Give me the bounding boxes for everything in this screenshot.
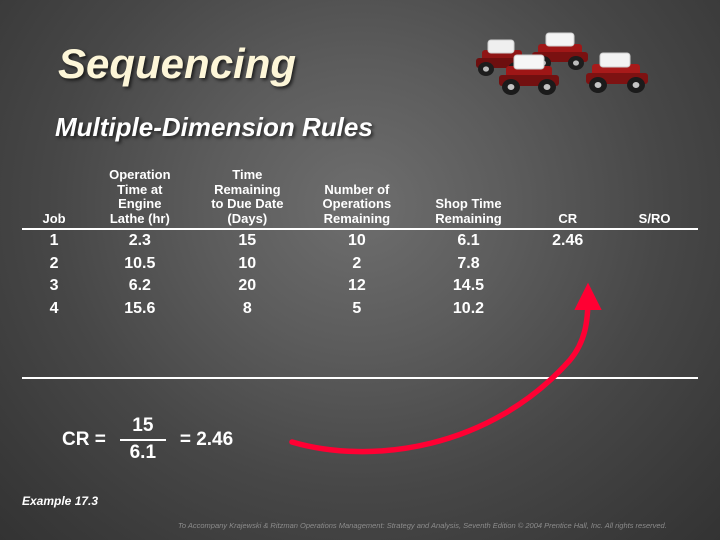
fraction-bar: [119, 438, 166, 441]
cr-result: = 2.46: [179, 428, 234, 450]
cell-job: 4: [49, 299, 59, 317]
example-label: Example 17.3: [22, 494, 99, 508]
table-bottom-divider: [22, 377, 698, 379]
column-header-cr: CR: [524, 168, 612, 231]
cell-time-remaining: 20: [238, 277, 257, 295]
table-row: 4 15.6 8 5 10.2: [22, 298, 698, 322]
cell-num-operations: 12: [347, 277, 366, 295]
copyright-notice: To Accompany Krajewski & Ritzman Operati…: [178, 521, 667, 530]
cell-job: 1: [49, 232, 59, 250]
cr-denominator: 6.1: [129, 441, 157, 463]
cell-sro: [611, 298, 698, 322]
cell-cr: 2.46: [552, 232, 584, 250]
cell-shop-time: 14.5: [452, 277, 485, 295]
cell-engine-lathe: 10.5: [124, 254, 156, 272]
page-title: Sequencing: [58, 40, 297, 87]
cell-cr: [524, 253, 611, 275]
cell-num-operations: 2: [352, 254, 362, 272]
column-header-number-of-operations: Number of Operations Remaining: [301, 168, 413, 231]
cell-num-operations: 5: [352, 299, 362, 317]
cell-shop-time: 7.8: [457, 254, 480, 272]
cell-shop-time: 10.2: [452, 299, 485, 317]
cell-sro: [611, 229, 698, 252]
cell-job: 2: [49, 254, 59, 272]
sequencing-data-table: Job Operation Time at Engine Lathe (hr) …: [22, 167, 698, 322]
table-row: 3 6.2 20 12 14.5: [22, 275, 698, 297]
cell-time-remaining: 10: [238, 254, 257, 272]
cr-fraction: 15 6.1: [119, 415, 166, 464]
cell-shop-time: 6.1: [457, 232, 480, 250]
column-header-time-remaining: Time Remaining to Due Date (Days): [193, 167, 302, 231]
table-header-row: Job Operation Time at Engine Lathe (hr) …: [22, 167, 698, 231]
page-subtitle: Multiple-Dimension Rules: [55, 112, 373, 142]
cell-time-remaining: 15: [238, 232, 257, 250]
cell-engine-lathe: 15.6: [124, 299, 156, 317]
column-header-operation-time: Operation Time at Engine Lathe (hr): [86, 167, 194, 231]
table-row: 2 10.5 10 2 7.8: [22, 253, 698, 275]
cell-cr: [524, 275, 611, 297]
cell-sro: [611, 253, 698, 275]
cr-numerator: 15: [132, 415, 154, 436]
cell-engine-lathe: 6.2: [128, 277, 151, 295]
truck-convoy-icon: [470, 30, 680, 115]
cell-cr: [524, 298, 611, 322]
cell-sro: [611, 275, 698, 297]
cr-formula: CR = 15 6.1 = 2.46: [62, 415, 234, 464]
cell-num-operations: 10: [347, 232, 366, 250]
table-row: 1 2.3 15 10 6.1 2.46: [22, 229, 698, 252]
column-header-shop-time: Shop Time Remaining: [412, 168, 525, 231]
column-header-job: Job: [22, 168, 87, 231]
cell-job: 3: [49, 277, 59, 295]
cell-time-remaining: 8: [242, 299, 252, 317]
cr-formula-label: CR =: [62, 428, 106, 450]
column-header-sro: S/RO: [611, 168, 698, 231]
cell-engine-lathe: 2.3: [128, 232, 151, 250]
